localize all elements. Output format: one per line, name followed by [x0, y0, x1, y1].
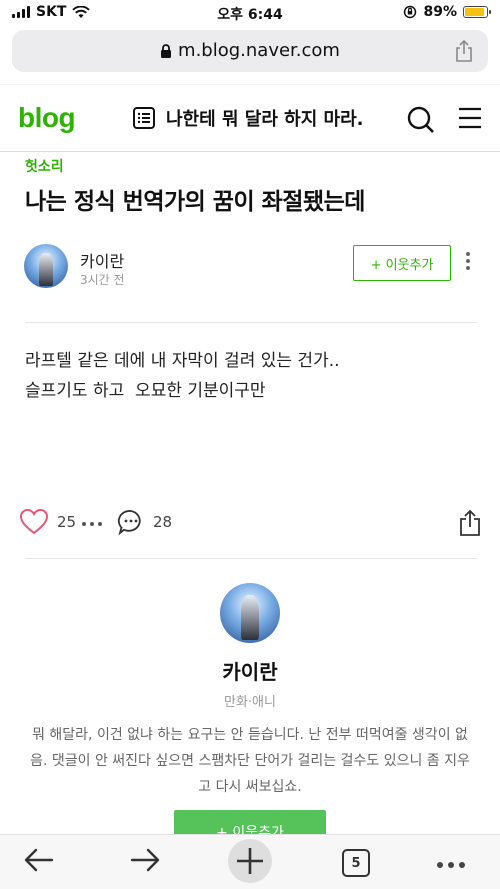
blog-logo[interactable]: blog [18, 102, 76, 134]
avatar[interactable] [24, 244, 68, 288]
forward-arrow-icon[interactable] [128, 843, 162, 877]
list-icon [133, 107, 155, 129]
profile-name[interactable]: 카이란 [0, 656, 500, 685]
share-icon[interactable] [458, 509, 482, 537]
post-category[interactable]: 헛소리 [25, 156, 64, 176]
tabs-button[interactable]: 5 [342, 849, 370, 877]
post-body-line: 슬프기도 하고 오묘한 기분이구만 [25, 381, 266, 401]
blog-title: 나한테 뭐 달라 하지 마라. [166, 109, 364, 130]
more-options-icon[interactable] [466, 252, 470, 270]
divider [25, 322, 477, 323]
post-title: 나는 정식 번역가의 꿈이 좌절됐는데 [25, 189, 365, 215]
author-row: 카이란 3시간 전 + 이웃추가 [0, 244, 500, 290]
post-body: 라프텔 같은 데에 내 자막이 걸려 있는 건가.. 슬프기도 하고 오묘한 기… [25, 346, 340, 406]
blog-header: blog 나한테 뭐 달라 하지 마라. [0, 84, 500, 152]
status-bar: SKT 오후 6:44 89% [0, 0, 500, 26]
post-body-line: 라프텔 같은 데에 내 자막이 걸려 있는 건가.. [25, 351, 340, 371]
reactions-bar: 25 28 [0, 505, 500, 545]
profile-avatar[interactable] [220, 583, 280, 643]
url-text: m.blog.naver.com [178, 40, 340, 61]
profile-description: 뭐 해달라, 이건 없냐 하는 요구는 안 듣습니다. 난 전부 떠먹여줄 생각… [30, 727, 470, 795]
search-icon[interactable] [406, 105, 436, 135]
comment-count: 28 [153, 513, 173, 531]
address-bar[interactable]: m.blog.naver.com [12, 30, 488, 72]
blog-title-link[interactable]: 나한테 뭐 달라 하지 마라. [132, 105, 364, 131]
like-button[interactable]: 25 [19, 508, 76, 535]
author-name[interactable]: 카이란 [80, 248, 124, 272]
plus-icon [237, 848, 263, 874]
battery-icon [463, 6, 491, 18]
lock-icon [161, 43, 172, 58]
orientation-lock-icon [404, 5, 417, 19]
heart-icon [19, 508, 49, 535]
share-icon[interactable] [454, 39, 474, 63]
sympathy-more-icon[interactable] [82, 522, 102, 526]
more-icon[interactable] [437, 862, 465, 868]
browser-toolbar: 5 [0, 834, 500, 889]
new-tab-button[interactable] [228, 839, 272, 883]
divider [25, 558, 477, 559]
menu-icon[interactable] [458, 107, 482, 129]
add-neighbor-button[interactable]: + 이웃추가 [353, 245, 451, 281]
battery-percent: 89% [423, 4, 457, 20]
profile-card: 카이란 만화·애니 뭐 해달라, 이건 없냐 하는 요구는 안 듣습니다. 난 … [0, 580, 500, 800]
comment-icon [117, 510, 141, 536]
post-time: 3시간 전 [80, 273, 125, 287]
comment-button[interactable]: 28 [117, 508, 172, 536]
back-arrow-icon[interactable] [22, 843, 56, 877]
profile-category: 만화·애니 [224, 695, 276, 710]
like-count: 25 [57, 512, 77, 531]
